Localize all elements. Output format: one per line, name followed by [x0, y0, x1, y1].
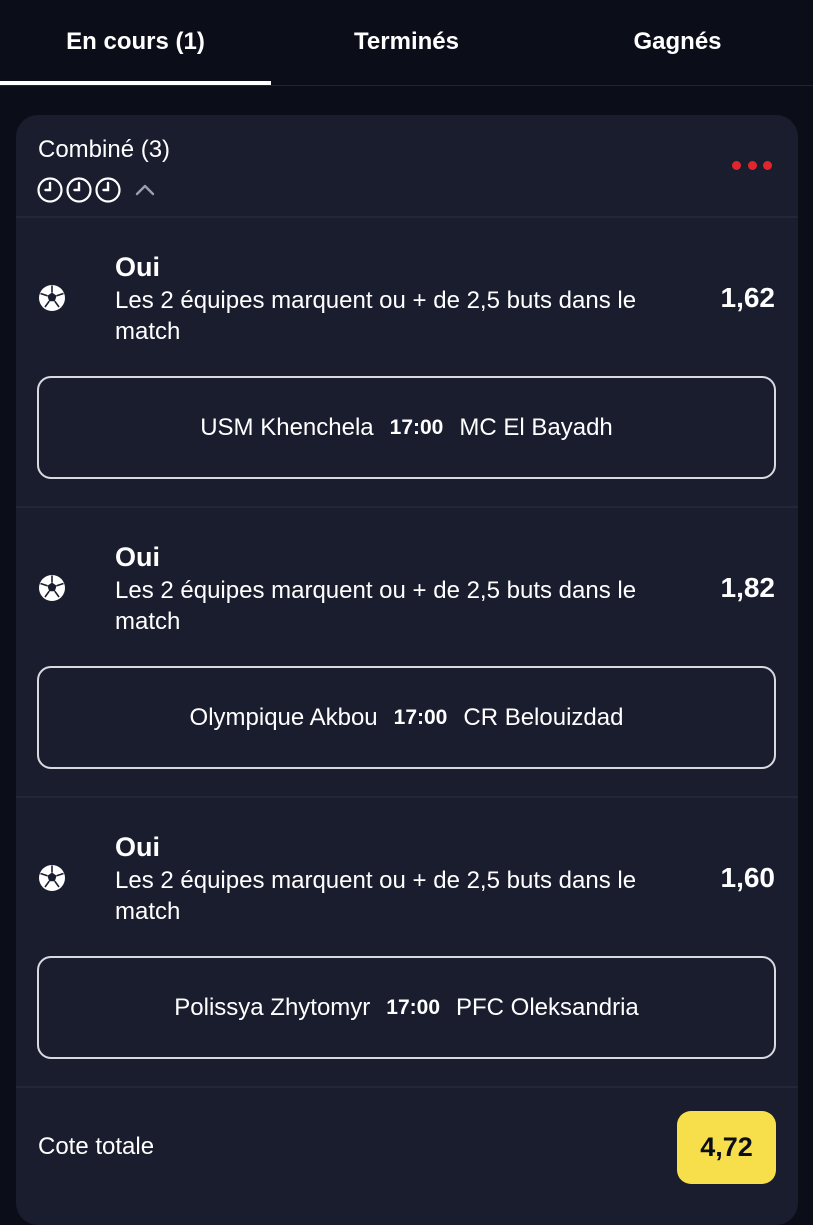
selection-market: Les 2 équipes marquent ou + de 2,5 buts … — [115, 867, 637, 925]
clock-icon — [66, 177, 92, 203]
match-time: 17:00 — [389, 415, 444, 439]
divider — [16, 1086, 798, 1088]
match-box[interactable]: Polissya Zhytomyr 17:00 PFC Oleksandria — [37, 956, 776, 1059]
away-team: MC El Bayadh — [459, 413, 613, 441]
active-tab-indicator — [0, 81, 271, 85]
selection-market: Les 2 équipes marquent ou + de 2,5 buts … — [115, 287, 637, 345]
bet-card: Combiné (3) Oui Les 2 équipes marquent o… — [16, 115, 798, 1225]
match-box[interactable]: USM Khenchela 17:00 MC El Bayadh — [37, 376, 776, 479]
selection-odds: 1,60 — [720, 862, 776, 893]
away-team: PFC Oleksandria — [456, 993, 639, 1021]
clock-icon — [95, 177, 121, 203]
more-options-icon[interactable] — [732, 157, 772, 173]
selection-market: Les 2 équipes marquent ou + de 2,5 buts … — [115, 577, 637, 635]
selection-choice: Oui — [115, 542, 160, 572]
soccer-ball-icon — [39, 575, 65, 601]
away-team: CR Belouizdad — [463, 703, 624, 731]
selection-3: Oui Les 2 équipes marquent ou + de 2,5 b… — [16, 798, 798, 1088]
home-team: Polissya Zhytomyr — [174, 993, 371, 1021]
home-team: USM Khenchela — [200, 413, 374, 441]
clock-icon — [37, 177, 63, 203]
soccer-ball-icon — [39, 285, 65, 311]
match-time: 17:00 — [393, 705, 448, 729]
selection-1: Oui Les 2 équipes marquent ou + de 2,5 b… — [16, 218, 798, 508]
soccer-ball-icon — [39, 865, 65, 891]
more-dot — [732, 160, 741, 170]
selection-2: Oui Les 2 équipes marquent ou + de 2,5 b… — [16, 508, 798, 798]
selection-odds: 1,82 — [720, 572, 776, 603]
bet-title: Combiné (3) — [38, 136, 171, 163]
tab-en-cours[interactable]: En cours (1) — [0, 28, 271, 60]
chevron-up-icon[interactable] — [134, 179, 156, 201]
selection-odds: 1,62 — [720, 282, 776, 313]
total-odds-badge: 4,72 — [677, 1111, 776, 1184]
total-odds-label: Cote totale — [38, 1133, 155, 1160]
bet-status-tabs: En cours (1) Terminés Gagnés — [0, 0, 813, 86]
more-dot — [763, 160, 772, 170]
tab-gagnes[interactable]: Gagnés — [542, 28, 813, 60]
bet-status-icons[interactable] — [37, 177, 156, 203]
selection-choice: Oui — [115, 832, 160, 862]
home-team: Olympique Akbou — [189, 703, 378, 731]
selection-choice: Oui — [115, 252, 160, 282]
match-time: 17:00 — [386, 995, 441, 1019]
match-box[interactable]: Olympique Akbou 17:00 CR Belouizdad — [37, 666, 776, 769]
tab-termines[interactable]: Terminés — [271, 28, 542, 60]
more-dot — [747, 160, 757, 170]
